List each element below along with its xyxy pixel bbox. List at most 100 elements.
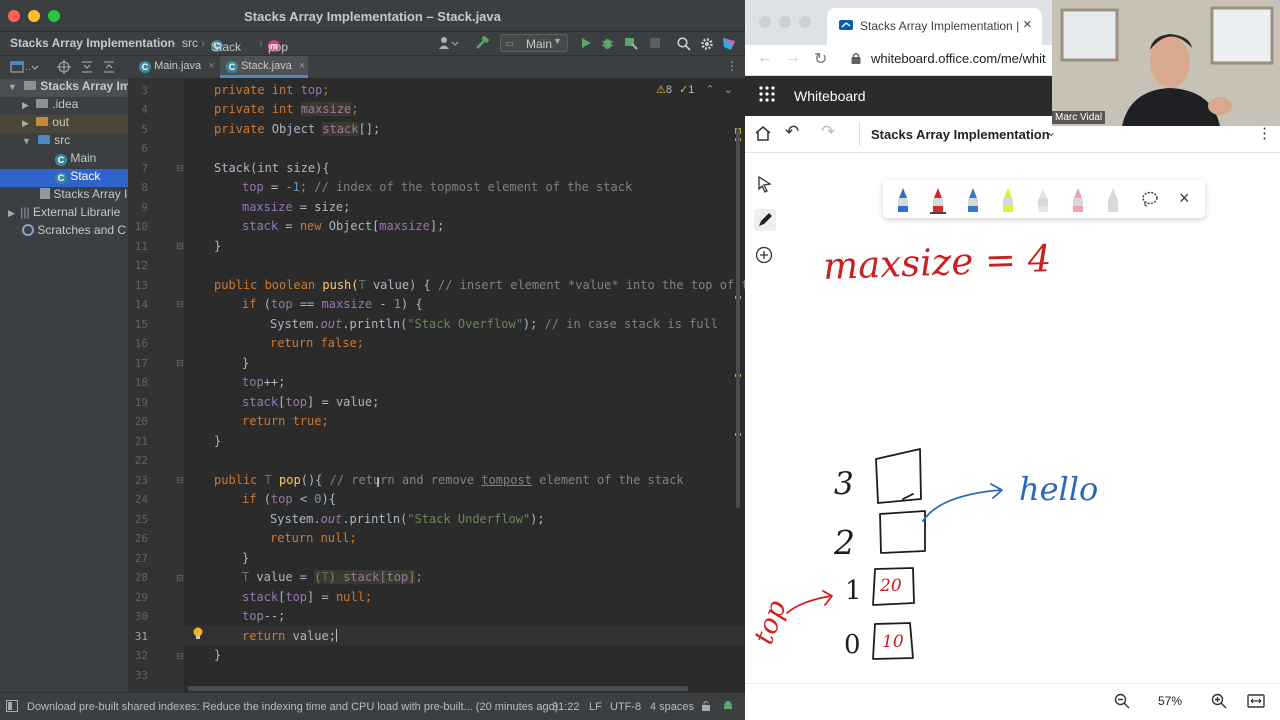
code-line-23: public T pop(){ // return and remove tom…: [214, 473, 684, 487]
tab-main-java[interactable]: C Main.java ×: [131, 56, 219, 78]
line-number: 17: [134, 357, 148, 370]
line-separator[interactable]: LF: [589, 701, 602, 713]
tree-item-idea[interactable]: ▶ .idea: [0, 97, 128, 115]
inspection-widget[interactable]: ⚠8 ✓1 ⌃ ⌄: [656, 83, 733, 96]
line-number: 28: [134, 571, 148, 584]
tree-item-main[interactable]: C Main: [0, 151, 128, 169]
line-number: 32: [134, 649, 148, 662]
breadcrumb-folder[interactable]: src: [182, 36, 198, 50]
fold-marker-icon[interactable]: ⊟: [176, 651, 184, 662]
zoom-in-icon[interactable]: [1211, 693, 1227, 714]
project-view-icon[interactable]: ..: [10, 60, 40, 77]
search-icon[interactable]: [677, 37, 691, 54]
coverage-icon[interactable]: [624, 37, 638, 53]
cell-value-0: 10: [882, 632, 904, 652]
line-number: 21: [134, 435, 148, 448]
expand-all-icon[interactable]: [102, 60, 116, 77]
source-folder-icon: [38, 135, 51, 144]
close-tab-icon[interactable]: ×: [208, 60, 214, 72]
fold-marker-icon[interactable]: ⊟: [176, 163, 184, 174]
module-file-icon: [40, 188, 50, 199]
chevron-down-icon[interactable]: ⌄: [1046, 125, 1056, 139]
whiteboard-canvas[interactable]: × maxsize = 4 3 2 1 0 20 10 hello top: [745, 153, 1280, 683]
line-number: 6: [141, 142, 148, 155]
line-number: 14: [134, 298, 148, 311]
chevron-up-icon[interactable]: ⌃: [705, 84, 714, 96]
line-number: 12: [134, 259, 148, 272]
fold-marker-icon[interactable]: ⊟: [176, 299, 184, 310]
build-hammer-icon[interactable]: [474, 35, 490, 53]
close-tab-icon[interactable]: ×: [299, 60, 305, 72]
caret-position[interactable]: 31:22: [552, 701, 580, 713]
tab-stack-java[interactable]: C Stack.java ×: [220, 56, 308, 78]
zoom-window-button[interactable]: [799, 16, 811, 28]
tree-item-stack[interactable]: C Stack: [0, 169, 128, 187]
address-bar[interactable]: whiteboard.office.com/me/whit: [871, 51, 1046, 66]
close-window-button[interactable]: [759, 16, 771, 28]
jetbrains-logo-icon[interactable]: [722, 37, 736, 54]
minimize-window-button[interactable]: [779, 16, 791, 28]
more-options-icon[interactable]: ⋮: [1257, 124, 1272, 142]
zoom-out-icon[interactable]: [1114, 693, 1130, 714]
chevron-right-icon: ▶: [22, 118, 29, 128]
tree-item-root[interactable]: ▼ Stacks Array Im: [0, 79, 128, 97]
participant-name: Marc Vidal: [1052, 111, 1106, 124]
back-icon[interactable]: ←: [757, 49, 773, 67]
code-line-20: return true;: [242, 414, 329, 428]
run-icon[interactable]: [580, 37, 592, 52]
stop-icon[interactable]: [650, 38, 661, 52]
tree-item-iml[interactable]: Stacks Array I: [0, 187, 128, 205]
tree-item-out[interactable]: ▶ out: [0, 115, 128, 133]
code-line-16: return false;: [270, 336, 364, 350]
tree-item-scratches[interactable]: Scratches and C: [0, 223, 128, 241]
forward-icon[interactable]: →: [785, 49, 801, 67]
lock-icon[interactable]: [701, 700, 711, 715]
browser-tab-whiteboard[interactable]: Stacks Array Implementation | ×: [827, 8, 1042, 45]
toolbar-divider: [859, 122, 860, 146]
chevron-right-icon: ▶: [8, 208, 15, 218]
locate-target-icon[interactable]: [57, 60, 71, 77]
notifications-icon[interactable]: [722, 698, 734, 715]
indent-setting[interactable]: 4 spaces: [650, 701, 694, 713]
tree-item-external-libraries[interactable]: ▶ ||| External Librarie: [0, 205, 128, 223]
undo-icon[interactable]: ↶: [785, 122, 799, 142]
file-encoding[interactable]: UTF-8: [610, 701, 641, 713]
home-icon[interactable]: [755, 126, 771, 146]
user-icon[interactable]: [438, 36, 459, 53]
code-editor[interactable]: 3 4 5 6 7 8 9 10 11 12 13 14 15 16 17 18 19 20 21 22 23 24 25 2…: [128, 78, 745, 692]
panel-toggle-icon[interactable]: [6, 700, 18, 715]
chevron-down-icon: ▼: [22, 136, 31, 146]
text-caret: [335, 629, 337, 642]
breadcrumb-project[interactable]: Stacks Array Implementation: [10, 36, 175, 50]
line-number: 9: [141, 201, 148, 214]
fold-marker-icon[interactable]: ⊟: [176, 573, 184, 584]
more-tabs-icon[interactable]: ⋮: [726, 59, 738, 73]
reload-icon[interactable]: ↻: [814, 49, 827, 69]
settings-gear-icon[interactable]: [700, 37, 714, 54]
error-stripe[interactable]: [732, 78, 745, 692]
board-title[interactable]: Stacks Array Implementation: [871, 127, 1050, 142]
text-cursor-icon: I: [376, 474, 380, 490]
close-tab-icon[interactable]: ×: [1023, 16, 1032, 33]
lightbulb-icon[interactable]: [192, 627, 204, 646]
fold-marker-icon[interactable]: ⊟: [176, 358, 184, 369]
status-message[interactable]: Download pre-built shared indexes: Reduc…: [27, 701, 558, 713]
code-line-17: }: [242, 356, 250, 370]
fit-to-screen-icon[interactable]: [1247, 693, 1265, 714]
debug-icon[interactable]: [601, 37, 614, 53]
tree-item-src[interactable]: ▼ src: [0, 133, 128, 151]
app-launcher-icon[interactable]: [759, 86, 775, 107]
zoom-level[interactable]: 57%: [1158, 694, 1182, 708]
fold-marker-icon[interactable]: ⊟: [176, 241, 184, 252]
fold-marker-icon[interactable]: ⊟: [176, 475, 184, 486]
horizontal-scrollbar[interactable]: [188, 686, 688, 691]
code-line-18: top++;: [242, 375, 286, 389]
ide-window: Stacks Array Implementation – Stack.java…: [0, 0, 745, 720]
redo-icon[interactable]: ↷: [821, 122, 835, 142]
run-config-select[interactable]: ▭ Main ▼: [500, 34, 568, 52]
navigation-bar: Stacks Array Implementation › src › C St…: [0, 32, 745, 56]
webcam-overlay: Marc Vidal: [1052, 0, 1280, 126]
collapse-all-icon[interactable]: [80, 60, 94, 77]
module-folder-icon: [24, 81, 37, 90]
whiteboard-favicon-icon: [839, 19, 853, 34]
